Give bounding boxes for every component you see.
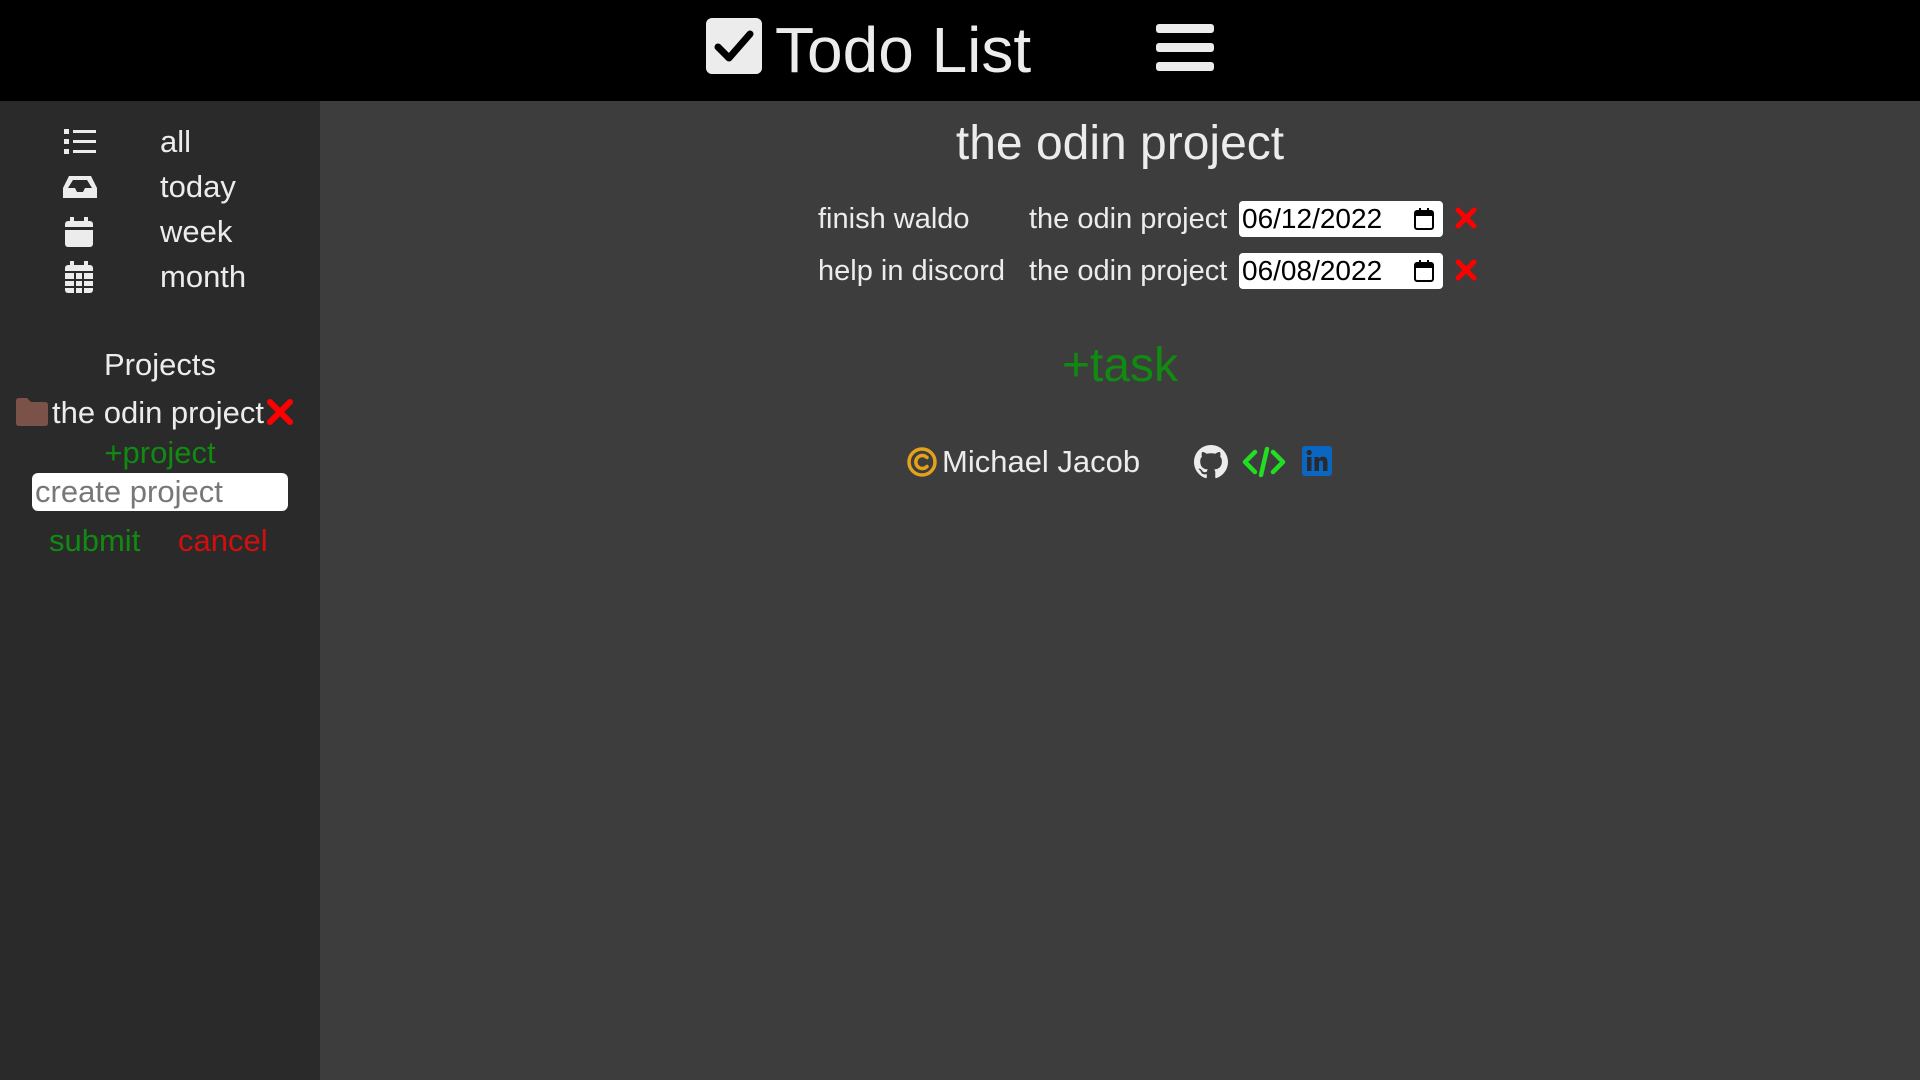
delete-x-icon[interactable] [264, 396, 296, 428]
task-row: help in discord the odin project 06/08/2… [818, 252, 1482, 290]
task-project: the odin project [1029, 255, 1228, 287]
nav-item-today[interactable]: today [60, 167, 300, 207]
task-project: the odin project [1029, 203, 1228, 235]
task-date-value: 06/08/2022 [1242, 255, 1383, 286]
nav-label-all: all [160, 124, 192, 159]
create-project-input[interactable] [32, 473, 288, 511]
nav-item-all[interactable]: all [60, 122, 300, 162]
add-project-button[interactable]: +project [0, 433, 320, 473]
cancel-button[interactable]: cancel [178, 521, 268, 561]
project-item[interactable]: the odin project [16, 392, 296, 434]
nav-item-month[interactable]: month [60, 257, 300, 297]
app-title: Todo List [775, 14, 1032, 86]
delete-x-icon[interactable] [1454, 257, 1478, 283]
projects-heading: Projects [104, 347, 216, 382]
task-date-value: 06/12/2022 [1242, 203, 1383, 234]
sidebar: all today week month Projects the odin p… [0, 101, 320, 1080]
github-icon[interactable] [1194, 445, 1228, 479]
calendar-picker-icon[interactable] [1413, 207, 1435, 231]
add-task-button[interactable]: +task [320, 340, 1920, 392]
author-name: Michael Jacob [942, 444, 1141, 479]
code-icon[interactable] [1242, 446, 1286, 478]
task-date-input[interactable]: 06/08/2022 [1239, 253, 1443, 289]
nav-label-week: week [160, 214, 233, 249]
footer: Michael Jacob [906, 442, 1346, 482]
checkbox-icon [706, 18, 762, 74]
submit-button[interactable]: submit [49, 521, 140, 561]
calendar-week-icon [65, 217, 93, 247]
page-title: the odin project [955, 117, 1285, 170]
task-row: finish waldo the odin project 06/12/2022 [818, 200, 1482, 238]
inbox-icon [63, 176, 97, 198]
calendar-picker-icon[interactable] [1413, 259, 1435, 283]
delete-x-icon[interactable] [1454, 205, 1478, 231]
task-date-input[interactable]: 06/12/2022 [1239, 201, 1443, 237]
linkedin-icon[interactable] [1302, 446, 1332, 476]
nav-label-today: today [160, 169, 236, 204]
copyright-icon [907, 447, 937, 477]
calendar-month-icon [65, 261, 93, 293]
list-icon [64, 129, 96, 154]
app-header: Todo List [0, 0, 1920, 101]
task-name: finish waldo [818, 203, 970, 235]
project-name[interactable]: the odin project [52, 392, 266, 434]
nav-label-month: month [160, 259, 247, 294]
folder-icon [16, 398, 48, 426]
task-name: help in discord [818, 255, 1005, 287]
hamburger-menu-icon[interactable] [1156, 22, 1214, 74]
nav-item-week[interactable]: week [60, 212, 300, 252]
